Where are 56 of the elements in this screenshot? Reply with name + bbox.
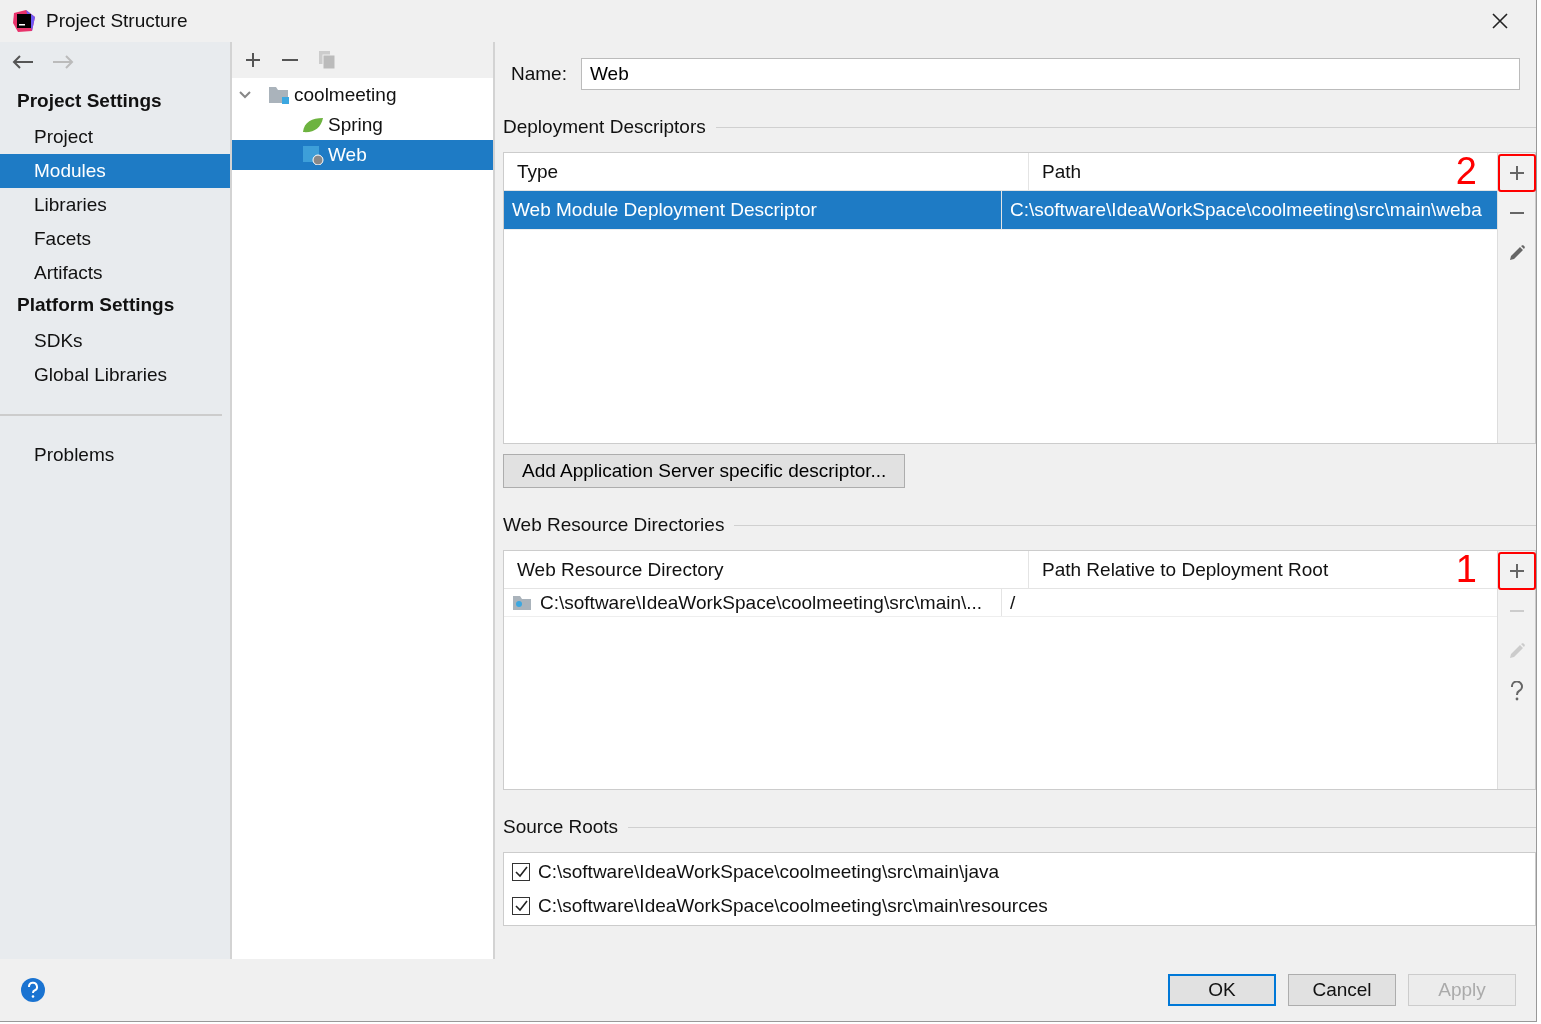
help-icon[interactable] — [20, 977, 46, 1003]
table-cell: C:\software\IdeaWorkSpace\coolmeeting\src\main\... — [504, 589, 1002, 616]
source-root-path: C:\software\IdeaWorkSpace\coolmeeting\src\main\java — [538, 861, 1000, 883]
window-title: Project Structure — [46, 10, 189, 32]
table-cell: Web Module Deployment Descriptor — [504, 191, 1002, 229]
plus-button[interactable] — [1497, 552, 1536, 590]
sidebar-item[interactable]: Artifacts — [0, 256, 230, 290]
tree-item[interactable]: Web — [232, 140, 493, 170]
column-header[interactable]: Path Relative to Deployment Root — [1029, 551, 1456, 588]
dialog-button[interactable]: Cancel — [1288, 974, 1396, 1006]
app-logo-icon — [12, 9, 36, 33]
sidebar-section-header: Platform Settings — [16, 293, 176, 317]
plus-icon — [1508, 563, 1525, 579]
folder-icon — [268, 85, 290, 105]
table-cell-text: C:\software\IdeaWorkSpace\coolmeeting\src\main\weba — [1009, 198, 1483, 222]
table-row[interactable]: C:\software\IdeaWorkSpace\coolmeeting\src\main\... / — [504, 589, 1497, 617]
sidebar-item[interactable]: Problems — [0, 438, 230, 472]
pencil-icon — [1507, 244, 1526, 262]
tree-item[interactable]: coolmeeting — [232, 80, 493, 110]
section-title: Deployment Descriptors — [503, 116, 706, 138]
tree-item[interactable]: Spring — [232, 110, 493, 140]
table-cell-text: / — [1009, 590, 1017, 615]
section-title: Web Resource Directories — [503, 514, 725, 536]
close-icon[interactable] — [1492, 13, 1508, 29]
question-mark-icon — [1508, 681, 1525, 701]
column-header[interactable]: Path — [1029, 153, 1456, 190]
leaf-icon — [302, 116, 324, 134]
minus-icon — [1509, 212, 1524, 214]
sidebar-item[interactable]: Modules — [0, 154, 230, 188]
sidebar-item[interactable]: Libraries — [0, 188, 230, 222]
checkbox[interactable] — [512, 863, 530, 881]
back-arrow-icon[interactable] — [12, 54, 34, 70]
source-root-path: C:\software\IdeaWorkSpace\coolmeeting\src\main\resources — [538, 895, 1048, 917]
sidebar-item[interactable]: Project — [0, 120, 230, 154]
web-module-icon — [302, 145, 324, 165]
sidebar-item[interactable]: Global Libraries — [0, 358, 230, 392]
plus-icon — [1508, 165, 1525, 181]
plus-button[interactable] — [1497, 154, 1536, 192]
sidebar-section-header: Project Settings — [16, 89, 163, 113]
table-row[interactable]: Web Module Deployment Descriptor C:\software\IdeaWorkSpace\coolmeeting\src\main\weba — [504, 191, 1497, 230]
checkbox[interactable] — [512, 897, 530, 915]
annotation-number: 1 — [1455, 551, 1477, 588]
pencil-icon — [1507, 642, 1526, 660]
minus-icon — [1509, 610, 1524, 612]
sidebar-item[interactable]: Facets — [0, 222, 230, 256]
name-field[interactable]: Web — [580, 58, 1520, 90]
section-title: Source Roots — [503, 816, 619, 838]
dialog-button[interactable]: OK — [1168, 974, 1276, 1006]
folder-icon — [512, 594, 532, 611]
name-label: Name: — [511, 63, 567, 85]
annotation-number: 2 — [1455, 153, 1477, 190]
column-header[interactable]: Type — [504, 153, 1029, 190]
sidebar-item[interactable]: SDKs — [0, 324, 230, 358]
add-descriptor-button[interactable]: Add Application Server specific descriptor... — [503, 454, 906, 488]
add-icon[interactable] — [244, 51, 262, 69]
column-header[interactable]: Web Resource Directory — [504, 551, 1029, 588]
